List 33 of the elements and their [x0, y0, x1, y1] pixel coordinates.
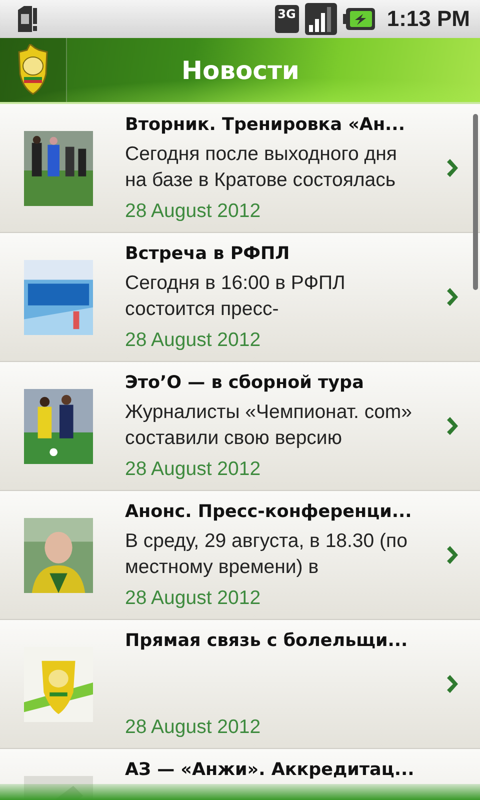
news-summary: Журналисты «Чемпионат. com» составили свою версию [125, 400, 414, 450]
screen-title: Новости [180, 56, 300, 84]
chevron-right-icon [446, 675, 458, 693]
logo-button[interactable] [0, 38, 67, 102]
sim-card-alert-icon [16, 6, 38, 32]
chevron-right-icon [446, 417, 458, 435]
news-title: Это’О — в сборной тура [125, 372, 365, 394]
chevron-right-icon [446, 288, 458, 306]
news-date: 28 August 2012 [125, 198, 262, 224]
news-item[interactable]: Анонс. Пресс-конференци... В среду, 29 августа, в 18.30 (по местному времени) в 28 August 2012 [0, 491, 480, 620]
battery-charging-icon [342, 8, 375, 30]
news-summary: Сегодня в 16:00 в РФПЛ состоится пресс- [125, 270, 346, 322]
news-item[interactable]: Прямая связь с болельщи... 28 August 2012 [0, 620, 480, 749]
news-item[interactable]: АЗ — «Анжи». Аккредитац... [0, 749, 480, 800]
news-summary: Сегодня после выходного дня на базе в Кратове состоялась [125, 142, 398, 192]
chevron-right-icon [446, 546, 458, 564]
news-title: Встреча в РФПЛ [125, 242, 291, 266]
news-date: 28 August 2012 [125, 714, 262, 740]
news-item[interactable]: Это’О — в сборной тура Журналисты «Чемпионат. com» составили свою версию 28 August 2012 [0, 362, 480, 491]
news-date: 28 August 2012 [125, 328, 262, 352]
news-title: Анонс. Пресс-конференци... [125, 500, 413, 524]
clock: 1:13 PM [386, 6, 470, 32]
news-title: Вторник. Тренировка «Ан... [125, 114, 406, 136]
news-date: 28 August 2012 [125, 586, 262, 610]
network-type-icon: 3G [274, 5, 299, 33]
news-title: АЗ — «Анжи». Аккредитац... [125, 758, 416, 782]
chevron-right-icon [446, 159, 458, 177]
news-item[interactable]: Встреча в РФПЛ Сегодня в 16:00 в РФПЛ состоится пресс- 28 August 2012 [0, 233, 480, 362]
news-title: Прямая связь с болельщи... [125, 630, 409, 652]
news-item[interactable]: Вторник. Тренировка «Ан... Сегодня после выходного дня на базе в Кратове состоялась 28 August 2012 [0, 104, 480, 233]
signal-icon [304, 3, 337, 35]
news-summary: В среду, 29 августа, в 18.30 (по местному времени) в [125, 528, 408, 580]
news-date: 28 August 2012 [125, 456, 262, 482]
